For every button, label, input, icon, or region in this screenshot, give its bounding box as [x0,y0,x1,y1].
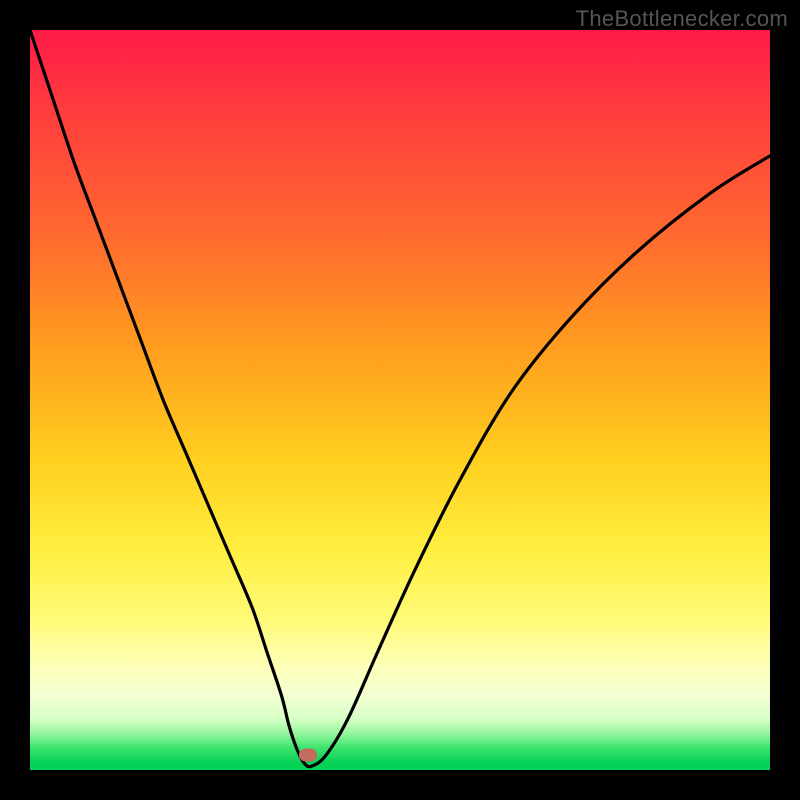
attribution-text: TheBottlenecker.com [576,6,788,32]
chart-wrapper: TheBottlenecker.com [0,0,800,800]
curve-svg [30,30,770,770]
plot-area [30,30,770,770]
bottleneck-curve [30,30,770,767]
curve-minimum-marker [299,749,317,762]
